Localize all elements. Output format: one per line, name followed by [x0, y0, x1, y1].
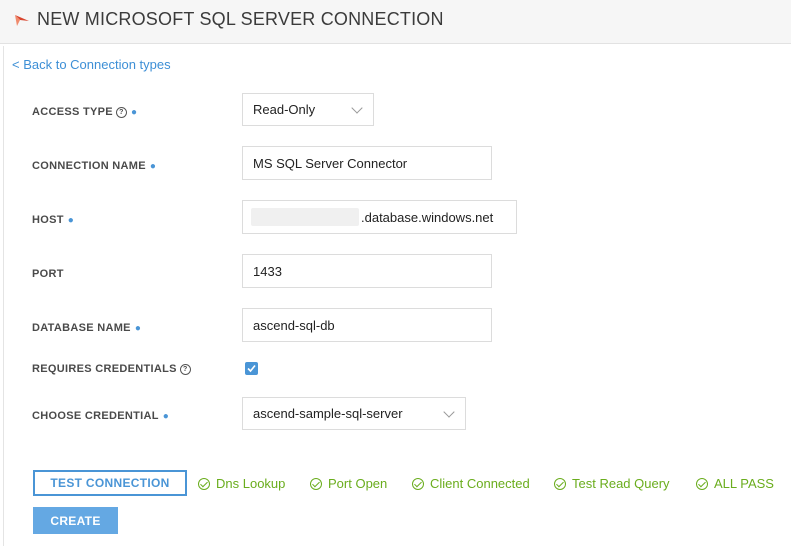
- access-type-select[interactable]: Read-Only: [242, 93, 374, 126]
- help-icon[interactable]: ?: [179, 364, 191, 375]
- test-connection-button[interactable]: TEST CONNECTION: [33, 470, 187, 496]
- connection-name-label: CONNECTION NAME ●: [32, 160, 156, 172]
- host-input[interactable]: .database.windows.net: [242, 200, 517, 234]
- redacted-host-prefix: [251, 208, 359, 226]
- requires-credentials-checkbox[interactable]: [245, 362, 258, 375]
- database-name-label-text: DATABASE NAME: [32, 322, 131, 334]
- chevron-down-icon: [443, 405, 455, 418]
- access-type-value: Read-Only: [253, 102, 316, 117]
- host-label: HOST ●: [32, 214, 74, 226]
- status-label: Port Open: [328, 476, 388, 491]
- requires-credentials-label-text: REQUIRES CREDENTIALS: [32, 363, 177, 375]
- database-name-input[interactable]: ascend-sql-db: [242, 308, 492, 342]
- chevron-down-icon: [351, 101, 363, 114]
- connection-name-label-text: CONNECTION NAME: [32, 160, 146, 172]
- status-all-pass: ALL PASS: [696, 476, 774, 491]
- status-port-open: Port Open: [310, 476, 387, 491]
- port-input[interactable]: 1433: [242, 254, 492, 288]
- check-circle-icon: [310, 477, 322, 490]
- check-circle-icon: [554, 477, 566, 490]
- access-type-label-text: ACCESS TYPE: [32, 106, 113, 118]
- required-dot-icon: ●: [162, 411, 170, 422]
- status-label: Dns Lookup: [216, 476, 286, 491]
- check-circle-icon: [696, 477, 708, 490]
- choose-credential-select[interactable]: ascend-sample-sql-server: [242, 397, 466, 430]
- choose-credential-value: ascend-sample-sql-server: [253, 406, 403, 421]
- create-button[interactable]: CREATE: [33, 507, 118, 534]
- page-header: NEW MICROSOFT SQL SERVER CONNECTION: [0, 0, 791, 44]
- help-icon[interactable]: ?: [115, 107, 127, 118]
- status-client-connected: Client Connected: [412, 476, 530, 491]
- port-label: PORT: [32, 268, 64, 280]
- status-dns-lookup: Dns Lookup: [198, 476, 285, 491]
- required-dot-icon: ●: [149, 161, 157, 172]
- required-dot-icon: ●: [130, 107, 138, 118]
- page-title: NEW MICROSOFT SQL SERVER CONNECTION: [37, 9, 444, 29]
- access-type-label: ACCESS TYPE? ●: [32, 106, 137, 118]
- status-test-read-query: Test Read Query: [554, 476, 670, 491]
- back-to-connection-types-link[interactable]: < Back to Connection types: [12, 57, 171, 72]
- requires-credentials-label: REQUIRES CREDENTIALS?: [32, 363, 191, 375]
- choose-credential-label: CHOOSE CREDENTIAL ●: [32, 410, 169, 422]
- connection-name-input[interactable]: MS SQL Server Connector: [242, 146, 492, 180]
- ascend-logo-icon: [14, 12, 30, 28]
- required-dot-icon: ●: [67, 215, 75, 226]
- checkmark-icon: [247, 364, 256, 373]
- host-label-text: HOST: [32, 214, 64, 226]
- status-label: Test Read Query: [572, 476, 670, 491]
- status-label: ALL PASS: [714, 476, 774, 491]
- check-circle-icon: [198, 477, 210, 490]
- port-label-text: PORT: [32, 268, 64, 280]
- status-label: Client Connected: [430, 476, 530, 491]
- host-value: .database.windows.net: [361, 209, 494, 225]
- choose-credential-label-text: CHOOSE CREDENTIAL: [32, 410, 159, 422]
- database-name-label: DATABASE NAME ●: [32, 322, 141, 334]
- required-dot-icon: ●: [134, 323, 142, 334]
- check-circle-icon: [412, 477, 424, 490]
